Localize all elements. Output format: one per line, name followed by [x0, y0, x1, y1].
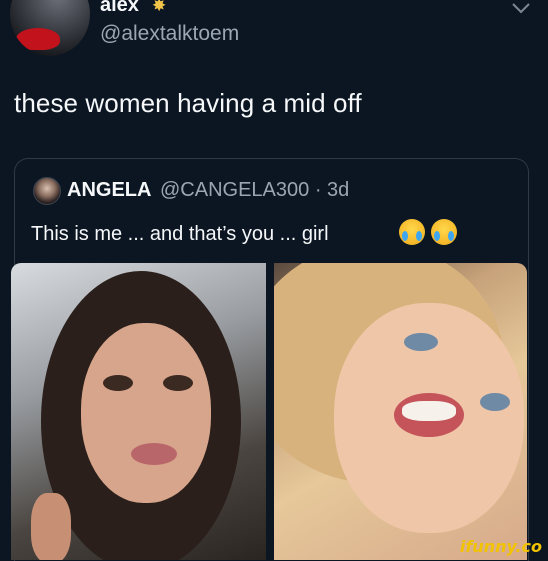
ifunny-watermark: ifunny.co: [459, 537, 542, 556]
quoted-author-name[interactable]: ANGELA: [67, 179, 151, 202]
quoted-photo-right[interactable]: [274, 263, 527, 560]
loudly-crying-face-icon: [431, 219, 457, 245]
loudly-crying-face-icon: [399, 219, 425, 245]
author-avatar[interactable]: [10, 0, 90, 56]
author-handle[interactable]: @alextalktoem: [100, 22, 239, 46]
tweet-text: these women having a mid off: [14, 88, 362, 118]
chevron-down-icon[interactable]: [510, 0, 532, 16]
avatar-red-detail: [16, 28, 60, 50]
quoted-tweet-text: This is me ... and that’s you ... girl: [31, 223, 329, 245]
quoted-author-handle[interactable]: @CANGELA300 · 3d: [160, 179, 349, 202]
quoted-photo-left[interactable]: [11, 263, 266, 560]
sparkle-emoji-icon: ✸: [152, 0, 167, 15]
quoted-author-avatar[interactable]: [33, 177, 61, 205]
author-name[interactable]: alex: [100, 0, 139, 17]
